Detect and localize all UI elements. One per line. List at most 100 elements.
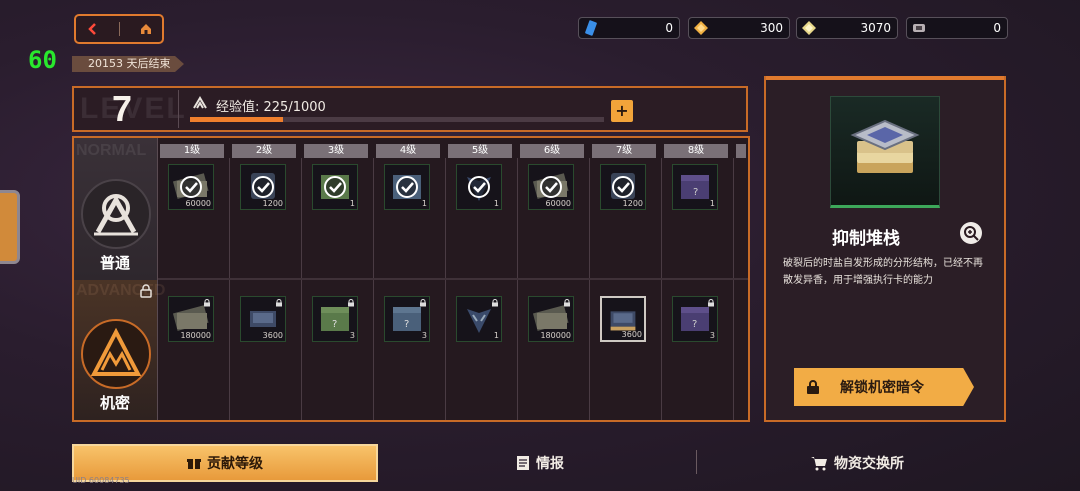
tab-label: 贡献等级 [207, 456, 263, 472]
home-button[interactable] [139, 22, 153, 36]
lock-icon [204, 299, 210, 307]
normal-reward-4[interactable]: 1 [384, 164, 430, 210]
xp-label: 经验值: 225/1000 [216, 100, 326, 115]
suppression-stack-icon [850, 119, 920, 173]
level-column-4: 4级 [376, 144, 440, 158]
unlock-label: 解锁机密暗令 [840, 380, 924, 396]
column-divider [445, 158, 446, 420]
lock-icon [807, 380, 819, 394]
reward-count: 3 [421, 331, 427, 340]
lock-icon [708, 299, 714, 307]
reward-count: 180000 [180, 331, 211, 340]
normal-reward-7[interactable]: 1200 [600, 164, 646, 210]
gift-icon [187, 459, 201, 469]
level-column-3: 3级 [304, 144, 368, 158]
normal-reward-6[interactable]: 60000 [528, 164, 574, 210]
reward-count: 1 [421, 199, 427, 208]
lock-icon [276, 299, 282, 307]
item-preview [830, 96, 940, 208]
currency-value: 300 [760, 21, 783, 35]
column-divider [589, 158, 590, 420]
normal-reward-1[interactable]: 60000 [168, 164, 214, 210]
column-divider [517, 158, 518, 420]
lock-icon [492, 299, 498, 307]
currency-value: 0 [993, 21, 1001, 35]
magnifier-icon [964, 226, 979, 241]
currency-value: 0 [665, 21, 673, 35]
chevron-left-icon [87, 23, 96, 35]
currency-silver-crystal[interactable]: 3070 [796, 17, 898, 39]
column-divider [733, 158, 734, 420]
level-column-6: 6级 [520, 144, 584, 158]
currency-ticket[interactable]: 0 [906, 17, 1008, 39]
tier-name: 机密 [100, 394, 131, 412]
advanced-reward-2[interactable]: 3600 [240, 296, 286, 342]
reward-count: 3 [349, 331, 355, 340]
advanced-reward-8[interactable]: ? 3 [672, 296, 718, 342]
nav-group [74, 14, 164, 44]
tier-advanced: ADVANCED 机密 [74, 280, 165, 420]
lock-icon [140, 284, 152, 298]
level-column-5: 5级 [448, 144, 512, 158]
reward-count: 1200 [262, 199, 283, 208]
event-timer: 20153 天后结束 [72, 56, 184, 72]
item-title: 抑制堆栈 [832, 229, 900, 249]
advanced-reward-3[interactable]: ? 3 [312, 296, 358, 342]
reward-count: 1 [493, 331, 499, 340]
current-level: 7 [112, 88, 133, 129]
buy-level-button[interactable]: + [611, 100, 633, 122]
normal-reward-8[interactable]: ? 1 [672, 164, 718, 210]
advanced-reward-5[interactable]: 1 [456, 296, 502, 342]
reward-count: 60000 [545, 199, 571, 208]
currency-value: 3070 [860, 21, 891, 35]
svg-text:?: ? [693, 187, 698, 198]
unlock-advanced-button[interactable]: 解锁机密暗令 [794, 368, 974, 406]
xp-bar-fill [190, 117, 283, 122]
document-icon [517, 456, 529, 470]
tier-ghost-text: ADVANCED [76, 282, 166, 299]
tier-normal: NORMAL 普通 [74, 138, 158, 280]
reward-count: 3600 [621, 330, 642, 339]
reward-count: 3 [709, 331, 715, 340]
user-id: UID 60084735 [72, 476, 130, 485]
reward-count: 1200 [622, 199, 643, 208]
tab-supply-exchange[interactable]: 物资交换所 [702, 444, 1012, 482]
column-divider [373, 158, 374, 420]
advanced-reward-7-selected[interactable]: 3600 [600, 296, 646, 342]
column-divider [301, 158, 302, 420]
column-divider [229, 158, 230, 420]
nav-divider [118, 22, 120, 36]
level-column-2: 2级 [232, 144, 296, 158]
tab-divider [696, 450, 697, 474]
zoom-button[interactable] [960, 222, 982, 244]
svg-text:?: ? [692, 319, 697, 330]
advanced-reward-6[interactable]: 180000 [528, 296, 574, 342]
reward-count: 1 [349, 199, 355, 208]
tab-intel[interactable]: 情报 [390, 444, 690, 482]
advanced-reward-4[interactable]: ? 3 [384, 296, 430, 342]
back-button[interactable] [86, 22, 100, 36]
home-icon [140, 24, 151, 34]
svg-text:?: ? [332, 319, 337, 330]
panel-header-bar [766, 76, 1004, 80]
normal-reward-5[interactable]: 1 [456, 164, 502, 210]
tier-name: 普通 [100, 254, 131, 272]
cart-icon [811, 457, 827, 471]
tab-label: 情报 [536, 456, 564, 472]
advanced-reward-1[interactable]: 180000 [168, 296, 214, 342]
reward-count: 3600 [262, 331, 283, 340]
silver-crystal-icon [802, 21, 816, 35]
reward-count: 180000 [540, 331, 571, 340]
svg-text:?: ? [404, 319, 409, 330]
normal-reward-2[interactable]: 1200 [240, 164, 286, 210]
normal-reward-3[interactable]: 1 [312, 164, 358, 210]
currency-gold-crystal[interactable]: 300 [688, 17, 790, 39]
level-column-8: 8级 [664, 144, 728, 158]
rank-chevron-icon [193, 96, 207, 109]
reward-count: 1 [709, 199, 715, 208]
level-ghost-text: LEVEL [80, 92, 187, 125]
level-column-7: 7级 [592, 144, 656, 158]
ticket-icon [913, 24, 925, 32]
side-drawer-tab[interactable] [0, 190, 20, 264]
currency-blue-card[interactable]: 0 [578, 17, 680, 39]
